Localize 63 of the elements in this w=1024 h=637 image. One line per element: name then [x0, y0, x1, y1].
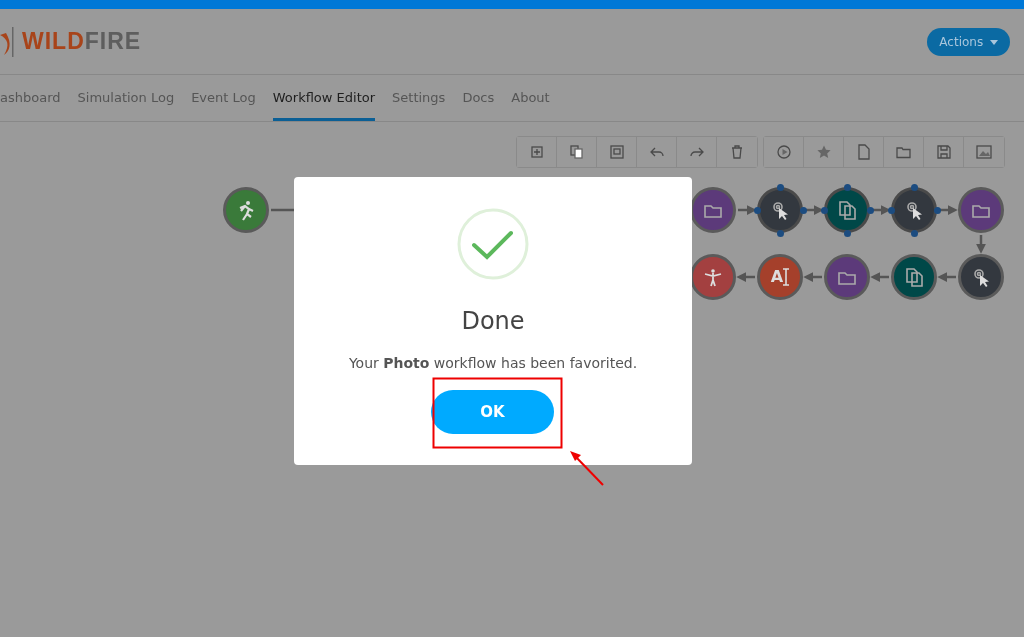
- connection-handle[interactable]: [776, 229, 784, 237]
- save-icon: [935, 144, 952, 160]
- play-icon: [775, 144, 792, 160]
- nav-tab[interactable]: Simulation Log: [77, 75, 175, 121]
- nav-tab[interactable]: Event Log: [191, 75, 256, 121]
- caret-icon: [990, 39, 998, 45]
- connection-handle[interactable]: [933, 206, 941, 214]
- workflow-node[interactable]: [958, 254, 1004, 300]
- connection-handle[interactable]: [776, 183, 784, 191]
- ok-button[interactable]: OK: [431, 390, 554, 434]
- flame-icon: [0, 26, 14, 57]
- connection-handle[interactable]: [910, 183, 918, 191]
- finish-line-icon: [702, 266, 724, 288]
- connection-handle[interactable]: [843, 183, 851, 191]
- connection-handle[interactable]: [866, 206, 874, 214]
- workflow-node[interactable]: [824, 187, 870, 233]
- nav-tab[interactable]: About: [511, 75, 550, 121]
- text-cursor-icon: [783, 268, 790, 286]
- connection-handle[interactable]: [753, 206, 761, 214]
- add-icon: [528, 144, 545, 160]
- toolbar-button[interactable]: [764, 137, 804, 167]
- connection-handle[interactable]: [843, 229, 851, 237]
- workflow-node[interactable]: [891, 254, 937, 300]
- workflow-node[interactable]: [824, 254, 870, 300]
- connector-arrow: [937, 272, 956, 282]
- nav-tab[interactable]: Docs: [462, 75, 495, 121]
- connector-arrow: [805, 205, 824, 215]
- connection-handle[interactable]: [910, 229, 918, 237]
- file-icon: [855, 144, 872, 160]
- trash-icon: [729, 144, 745, 160]
- workflow-node[interactable]: [690, 254, 736, 300]
- copy-icon: [836, 199, 858, 221]
- workflow-node[interactable]: A: [757, 254, 803, 300]
- copy-icon: [568, 144, 585, 160]
- workflow-node[interactable]: [223, 187, 269, 233]
- nav-tab[interactable]: Settings: [392, 75, 446, 121]
- connection-handle[interactable]: [799, 206, 807, 214]
- image-icon: [976, 144, 992, 160]
- connector-arrow: [939, 205, 958, 215]
- connection-handle[interactable]: [887, 206, 895, 214]
- dialog-title: Done: [461, 306, 525, 337]
- nav-tab[interactable]: Workflow Editor: [272, 75, 376, 121]
- folder-icon: [895, 144, 912, 160]
- connector-arrow: [803, 272, 822, 282]
- nav-tab[interactable]: ashboard: [0, 75, 61, 121]
- fit-icon: [608, 144, 625, 160]
- logo-wordmark: WILDFIRE: [22, 27, 142, 57]
- connector-arrow: [738, 205, 757, 215]
- star-icon: [815, 144, 832, 160]
- connector-arrow: [870, 272, 889, 282]
- connector-arrow: [976, 235, 986, 254]
- connection-handle[interactable]: [820, 206, 828, 214]
- connector-arrow: [736, 272, 755, 282]
- workflow-node[interactable]: [757, 187, 803, 233]
- copy-icon: [903, 266, 925, 288]
- actions-dropdown-button[interactable]: Actions: [927, 27, 1010, 56]
- dialog-message: Your Photo workflow has been favorited.: [348, 354, 638, 373]
- workflow-node[interactable]: [958, 187, 1004, 233]
- check-icon: [456, 207, 530, 281]
- workflow-node[interactable]: [690, 187, 736, 233]
- node-label: A: [770, 266, 784, 288]
- connector-arrow: [872, 205, 891, 215]
- workflow-node[interactable]: [891, 187, 937, 233]
